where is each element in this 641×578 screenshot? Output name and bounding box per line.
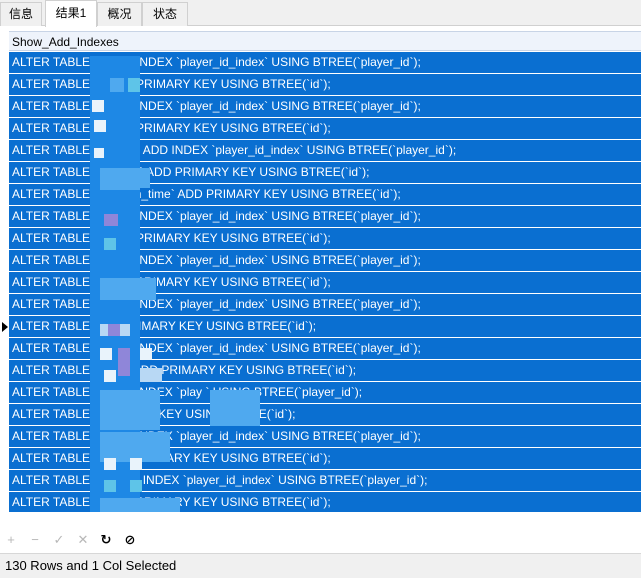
- grid-toolbar: + − ✓ ✕ ↻ ⊘: [0, 530, 641, 552]
- result-tabbar: 信息 结果1 概况 状态: [0, 0, 641, 27]
- status-text: 130 Rows and 1 Col Selected: [5, 558, 177, 573]
- add-record-icon[interactable]: +: [3, 532, 19, 548]
- tab-status[interactable]: 状态: [142, 2, 188, 26]
- status-bar: 130 Rows and 1 Col Selected: [0, 553, 641, 578]
- current-row-arrow-icon: [2, 322, 8, 332]
- discard-changes-icon[interactable]: ✕: [75, 532, 91, 548]
- tab-overview[interactable]: 概况: [97, 2, 142, 26]
- result-grid[interactable]: Show_Add_Indexes ALTER TABLE ` ` ADD IND…: [0, 28, 641, 512]
- apply-changes-icon[interactable]: ✓: [51, 532, 67, 548]
- stop-icon[interactable]: ⊘: [122, 532, 138, 548]
- row-gutter[interactable]: [0, 28, 9, 512]
- refresh-icon[interactable]: ↻: [98, 532, 114, 548]
- tab-info[interactable]: 信息: [0, 2, 42, 26]
- column-header-show-add-indexes[interactable]: Show_Add_Indexes: [9, 31, 641, 51]
- tab-result-1[interactable]: 结果1: [45, 0, 97, 27]
- delete-record-icon[interactable]: −: [27, 532, 43, 548]
